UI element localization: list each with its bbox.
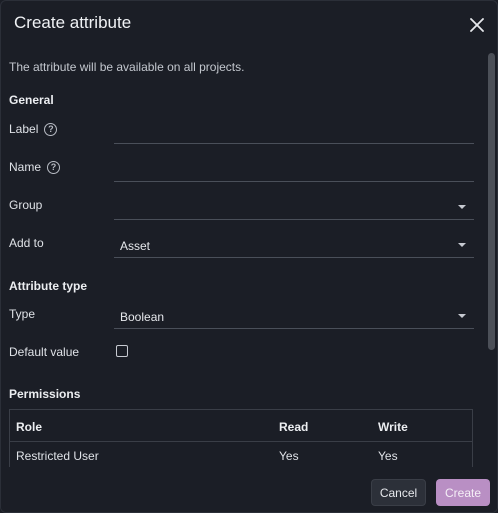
add-to-field-label: Add to [9,236,44,250]
dialog-footer: Cancel Create [1,467,497,512]
dialog-title: Create attribute [14,13,132,32]
create-attribute-dialog: Create attribute The attribute will be a… [0,0,498,513]
chevron-down-icon [458,314,466,318]
table-cell-write: Yes [378,449,398,463]
label-input[interactable] [114,118,474,144]
table-divider [10,441,472,442]
chevron-down-icon [458,205,466,209]
table-cell-role: Restricted User [16,449,99,463]
close-button[interactable] [467,15,487,35]
add-to-select-value: Asset [120,239,151,253]
type-select-value: Boolean [120,310,165,324]
permissions-table: Role Read Write Restricted User Yes Yes [9,409,473,467]
section-title-permissions: Permissions [9,387,81,401]
scrollbar-thumb[interactable] [488,53,495,350]
type-field-label: Type [9,307,36,321]
column-header-write: Write [378,420,408,434]
group-select[interactable] [114,194,474,220]
help-circle-icon[interactable]: ? [47,160,61,174]
close-icon [470,18,484,32]
dialog-header: Create attribute [1,1,497,47]
name-field-label: Name ? [9,160,61,174]
name-field-text: Name [9,160,42,174]
default-value-label: Default value [9,345,80,359]
group-field-label: Group [9,198,43,212]
default-value-checkbox[interactable] [116,345,128,357]
add-to-select[interactable]: Asset [114,232,474,258]
column-header-read: Read [279,420,309,434]
name-input[interactable] [114,156,474,182]
table-cell-read: Yes [279,449,299,463]
dialog-body: The attribute will be available on all p… [1,47,485,467]
section-title-attribute-type: Attribute type [9,279,87,293]
section-title-general: General [9,93,54,107]
dialog-description: The attribute will be available on all p… [9,60,245,74]
help-circle-icon[interactable]: ? [44,122,58,136]
label-field-text: Label [9,122,39,136]
column-header-role: Role [16,420,43,434]
cancel-button[interactable]: Cancel [371,479,426,506]
label-field-label: Label ? [9,122,58,136]
create-button[interactable]: Create [436,479,490,506]
type-select[interactable]: Boolean [114,303,474,329]
chevron-down-icon [458,243,466,247]
